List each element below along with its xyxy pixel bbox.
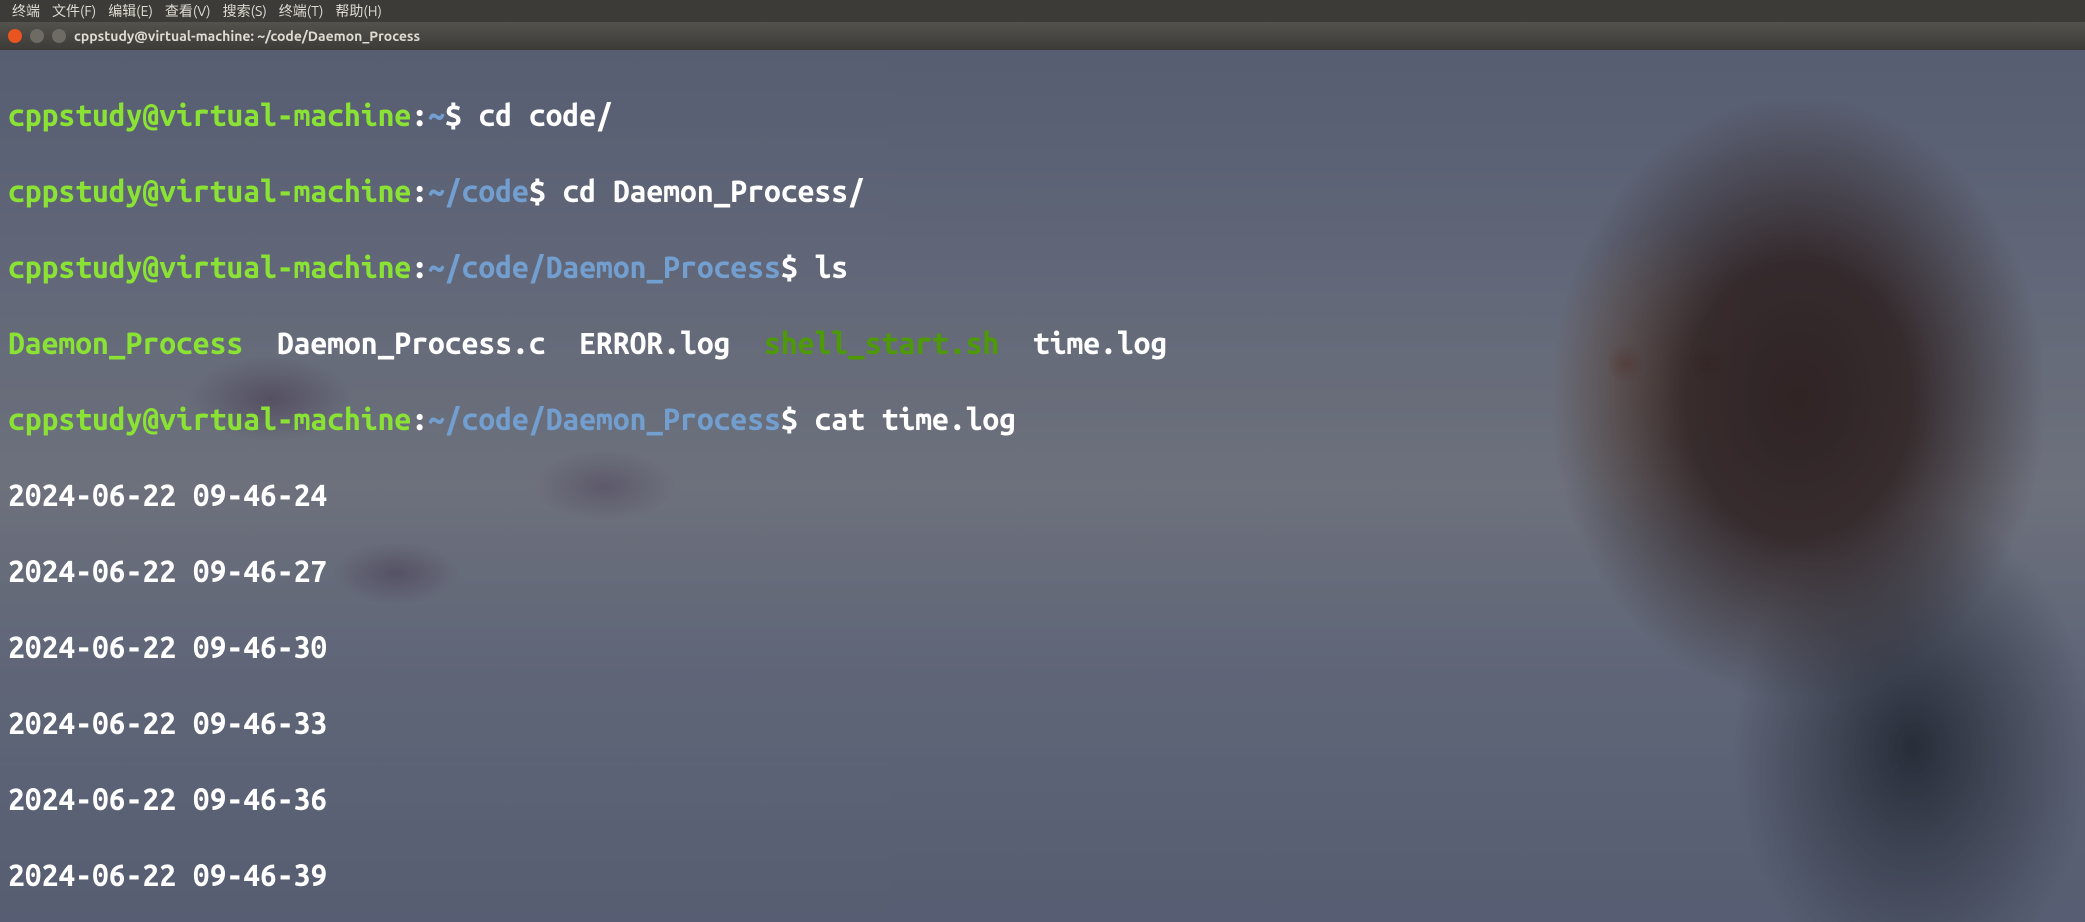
prompt-dollar: $: [781, 402, 815, 436]
ls-executable: Daemon_Process: [8, 326, 243, 360]
menu-view[interactable]: 查看(V): [161, 0, 215, 22]
menubar: 终端 文件(F) 编辑(E) 查看(V) 搜索(S) 终端(T) 帮助(H): [0, 0, 2085, 22]
menu-search[interactable]: 搜索(S): [219, 0, 271, 22]
prompt-path: ~/code/Daemon_Process: [428, 250, 781, 284]
menu-edit[interactable]: 编辑(E): [104, 0, 157, 22]
titlebar: cppstudy@virtual-machine: ~/code/Daemon_…: [0, 22, 2085, 50]
window-controls: [8, 29, 66, 43]
menu-help[interactable]: 帮助(H): [331, 0, 386, 22]
prompt-path: ~/code/Daemon_Process: [428, 402, 781, 436]
command-text: cd code/: [478, 98, 612, 132]
log-line: 2024-06-22 09-46-30: [8, 628, 2077, 666]
prompt-userhost: cppstudy@virtual-machine: [8, 250, 411, 284]
prompt-sep: :: [411, 402, 428, 436]
log-line: 2024-06-22 09-46-36: [8, 780, 2077, 818]
ls-source-file: Daemon_Process.c: [277, 326, 546, 360]
prompt-dollar: $: [529, 174, 563, 208]
prompt-sep: :: [411, 174, 428, 208]
close-button[interactable]: [8, 29, 22, 43]
window-title: cppstudy@virtual-machine: ~/code/Daemon_…: [74, 28, 420, 44]
prompt-path: ~: [428, 98, 445, 132]
menu-terminal[interactable]: 终端(T): [275, 0, 328, 22]
terminal-text: cppstudy@virtual-machine:~$ cd code/ cpp…: [0, 50, 2085, 922]
menu-file[interactable]: 文件(F): [48, 0, 100, 22]
ls-error-log: ERROR.log: [579, 326, 730, 360]
terminal-area[interactable]: cppstudy@virtual-machine:~$ cd code/ cpp…: [0, 50, 2085, 922]
prompt-userhost: cppstudy@virtual-machine: [8, 174, 411, 208]
log-line: 2024-06-22 09-46-39: [8, 856, 2077, 894]
prompt-userhost: cppstudy@virtual-machine: [8, 98, 411, 132]
command-text: cd Daemon_Process/: [562, 174, 864, 208]
prompt-path: ~/code: [428, 174, 529, 208]
command-text: ls: [814, 250, 848, 284]
log-line: 2024-06-22 09-46-27: [8, 552, 2077, 590]
prompt-sep: :: [411, 98, 428, 132]
prompt-dollar: $: [445, 98, 479, 132]
log-line: 2024-06-22 09-46-24: [8, 476, 2077, 514]
prompt-userhost: cppstudy@virtual-machine: [8, 402, 411, 436]
ls-time-log: time.log: [1033, 326, 1167, 360]
menubar-app-label: 终端: [8, 0, 44, 22]
log-line: 2024-06-22 09-46-33: [8, 704, 2077, 742]
prompt-dollar: $: [781, 250, 815, 284]
command-text: cat time.log: [814, 402, 1016, 436]
minimize-button[interactable]: [30, 29, 44, 43]
prompt-sep: :: [411, 250, 428, 284]
ls-shell-script: shell_start.sh: [764, 326, 999, 360]
maximize-button[interactable]: [52, 29, 66, 43]
